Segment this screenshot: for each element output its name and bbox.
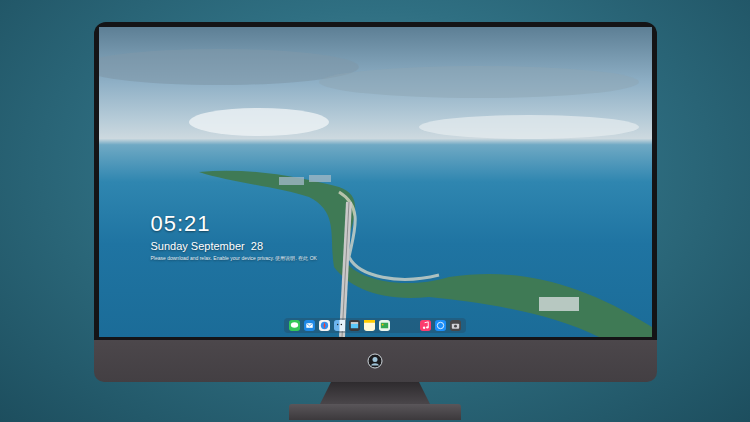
lock-notice: Please download and relax. Enable your d… bbox=[151, 255, 317, 262]
wallpaper-photo bbox=[99, 27, 652, 337]
desktop-screen: 05:21 Sunday September 28 Please download … bbox=[99, 27, 652, 337]
video-icon[interactable] bbox=[349, 320, 360, 331]
monitor-chin bbox=[94, 340, 657, 382]
monitor: 05:21 Sunday September 28 Please download … bbox=[94, 22, 657, 420]
notes-icon[interactable] bbox=[364, 320, 375, 331]
photos-icon[interactable] bbox=[379, 320, 390, 331]
clock-date: Sunday September 28 bbox=[151, 239, 317, 253]
messages-icon[interactable] bbox=[289, 320, 300, 331]
lock-screen-clock: 05:21 Sunday September 28 Please download … bbox=[151, 211, 317, 262]
monitor-bezel: 05:21 Sunday September 28 Please download … bbox=[94, 22, 657, 340]
music-icon[interactable] bbox=[420, 320, 431, 331]
dock bbox=[284, 318, 466, 333]
dock-separator bbox=[394, 320, 416, 331]
clock-time: 05:21 bbox=[151, 211, 317, 237]
camera-icon[interactable] bbox=[450, 320, 461, 331]
brand-logo-icon bbox=[367, 353, 383, 369]
mail-icon[interactable] bbox=[304, 320, 315, 331]
safari-icon[interactable] bbox=[319, 320, 330, 331]
monitor-stand-neck bbox=[320, 382, 430, 404]
finder-icon[interactable] bbox=[334, 320, 345, 331]
app-store-icon[interactable] bbox=[435, 320, 446, 331]
monitor-stand-base bbox=[289, 404, 461, 420]
